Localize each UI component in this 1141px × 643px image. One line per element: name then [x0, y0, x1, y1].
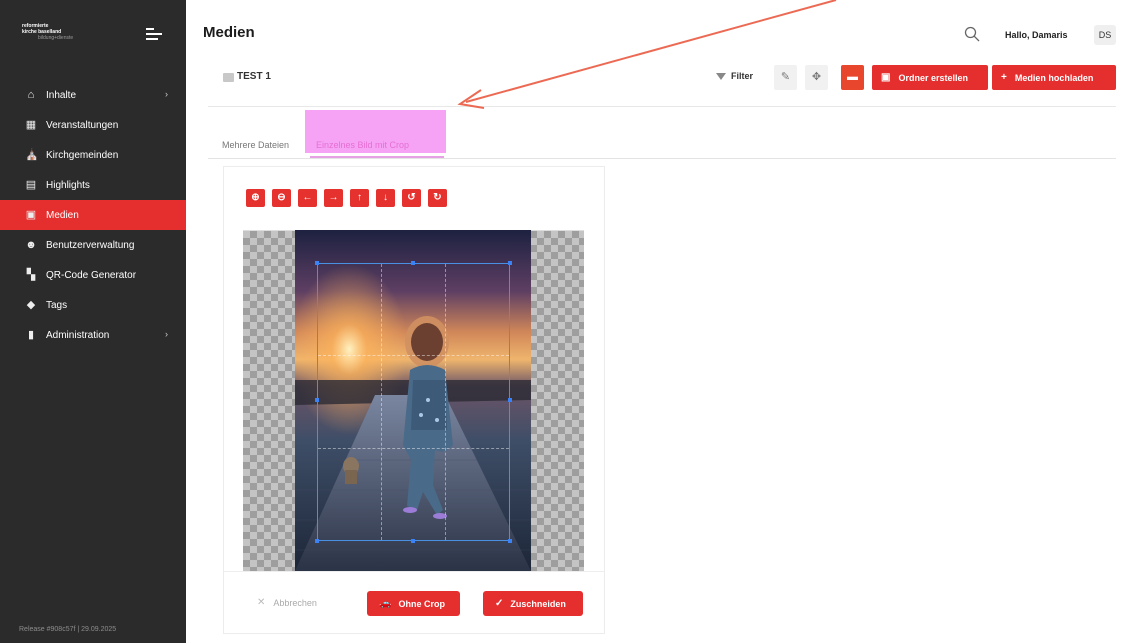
crop-grid-line — [318, 448, 509, 449]
crop-handle[interactable] — [315, 539, 319, 543]
arrow-up-icon[interactable]: ↑ — [350, 189, 369, 207]
plus-icon: + — [1001, 72, 1007, 83]
no-crop-label: Ohne Crop — [398, 598, 445, 609]
sidebar-item-label: Kirchgemeinden — [46, 149, 119, 161]
cancel-label: Abbrechen — [273, 597, 317, 608]
car-icon: 🚗 — [379, 598, 392, 609]
no-crop-button[interactable]: 🚗 Ohne Crop — [367, 591, 460, 616]
sidebar-item-label: QR-Code Generator — [46, 269, 137, 281]
delete-button[interactable]: ▬ — [841, 65, 864, 90]
calendar-icon: ▦ — [25, 119, 37, 131]
sidebar-item-label: Administration — [46, 329, 110, 341]
card-footer-divider — [224, 571, 604, 572]
sidebar-item-veranstaltungen[interactable]: ▦ Veranstaltungen — [0, 110, 186, 140]
sidebar-nav: ⌂ Inhalte › ▦ Veranstaltungen ⛪ Kirchgem… — [0, 80, 186, 350]
sidebar-item-label: Veranstaltungen — [46, 119, 119, 131]
church-icon: ⛪ — [25, 149, 39, 161]
folder-bar: TEST 1 Filter ✎ ✥ ▬ ▣ Ordner erstellen +… — [208, 62, 1116, 107]
users-icon: ☻ — [25, 239, 37, 251]
crop-selection[interactable] — [317, 263, 510, 541]
sidebar-item-label: Benutzerverwaltung — [46, 239, 135, 251]
sidebar: reformierte kirche baselland bildung+die… — [0, 0, 186, 643]
user-greeting: Hallo, Damaris — [1005, 30, 1068, 40]
create-folder-label: Ordner erstellen — [898, 72, 968, 83]
zoom-out-icon[interactable]: ⊖ — [272, 189, 291, 207]
move-icon: ✥ — [811, 71, 822, 83]
filter-button[interactable]: Filter — [716, 71, 753, 81]
crop-grid-line — [445, 264, 446, 540]
crop-handle[interactable] — [508, 539, 512, 543]
crop-handle[interactable] — [508, 398, 512, 402]
sidebar-item-administration[interactable]: ▮ Administration › — [0, 320, 186, 350]
chevron-right-icon: › — [165, 329, 168, 339]
tab-mehrere-dateien[interactable]: Mehrere Dateien — [222, 140, 289, 150]
folder-icon — [223, 73, 234, 82]
check-icon: ✓ — [495, 598, 504, 609]
cancel-button[interactable]: ✕ Abbrechen — [257, 597, 317, 608]
sidebar-item-label: Medien — [46, 209, 79, 221]
upload-label: Medien hochladen — [1014, 72, 1094, 83]
user-name: Damaris — [1032, 30, 1068, 40]
crop-grid-line — [318, 355, 509, 356]
crop-label: Zuschneiden — [510, 598, 566, 609]
sidebar-item-tags[interactable]: ◆ Tags — [0, 290, 186, 320]
release-info: Release #908c57f | 29.09.2025 — [19, 626, 117, 633]
chevron-right-icon: › — [165, 89, 168, 99]
sidebar-item-highlights[interactable]: ▤ Highlights — [0, 170, 186, 200]
clipboard-icon: ▮ — [27, 329, 35, 341]
tab-einzelnes-bild-mit-crop[interactable]: Einzelnes Bild mit Crop — [316, 140, 409, 150]
menu-collapse-icon[interactable] — [146, 27, 162, 41]
sidebar-item-label: Tags — [46, 299, 68, 311]
sidebar-item-medien[interactable]: ▣ Medien — [0, 200, 186, 230]
active-tab-indicator — [310, 156, 444, 158]
sidebar-item-benutzerverwaltung[interactable]: ☻ Benutzerverwaltung — [0, 230, 186, 260]
sidebar-item-label: Highlights — [46, 179, 90, 191]
crop-button[interactable]: ✓ Zuschneiden — [483, 591, 583, 616]
tab-divider — [208, 158, 1116, 159]
arrow-left-icon[interactable]: ← — [298, 189, 317, 207]
sidebar-item-label: Inhalte — [46, 89, 77, 101]
pencil-icon: ✎ — [780, 71, 791, 83]
page-title: Medien — [203, 24, 255, 41]
rotate-right-icon[interactable]: ↻ — [428, 189, 447, 207]
sidebar-item-kirchgemeinden[interactable]: ⛪ Kirchgemeinden — [0, 140, 186, 170]
logo-line-3: bildung+dienste — [38, 35, 74, 41]
logo[interactable]: reformierte kirche baselland bildung+die… — [22, 23, 112, 45]
crop-handle[interactable] — [315, 261, 319, 265]
tag-icon: ◆ — [26, 299, 36, 311]
sidebar-item-qr-code-generator[interactable]: ▚ QR-Code Generator — [0, 260, 186, 290]
rotate-left-icon[interactable]: ↺ — [402, 189, 421, 207]
qr-icon: ▚ — [26, 269, 36, 281]
crop-handle[interactable] — [315, 398, 319, 402]
topbar: Medien Hallo, Damaris DS — [186, 0, 1141, 62]
avatar[interactable]: DS — [1094, 25, 1116, 45]
crop-grid-line — [381, 264, 382, 540]
image-icon: ▣ — [25, 209, 37, 221]
move-button[interactable]: ✥ — [805, 65, 828, 90]
zoom-in-icon[interactable]: ⊕ — [246, 189, 265, 207]
close-icon: ✕ — [257, 597, 266, 608]
upload-media-button[interactable]: + Medien hochladen — [992, 65, 1116, 90]
home-icon: ⌂ — [27, 89, 35, 101]
arrow-right-icon[interactable]: → — [324, 189, 343, 207]
greeting-prefix: Hallo, — [1005, 30, 1030, 40]
sidebar-item-inhalte[interactable]: ⌂ Inhalte › — [0, 80, 186, 110]
search-icon[interactable] — [964, 26, 980, 42]
trash-icon: ▬ — [847, 71, 858, 83]
filter-icon — [716, 72, 726, 80]
create-folder-button[interactable]: ▣ Ordner erstellen — [872, 65, 988, 90]
crop-handle[interactable] — [411, 539, 415, 543]
folder-name: TEST 1 — [237, 71, 271, 82]
edit-button[interactable]: ✎ — [774, 65, 797, 90]
crop-handle[interactable] — [508, 261, 512, 265]
crop-handle[interactable] — [411, 261, 415, 265]
filter-label: Filter — [731, 71, 754, 81]
folder-plus-icon: ▣ — [881, 72, 891, 83]
newspaper-icon: ▤ — [25, 179, 37, 191]
arrow-down-icon[interactable]: ↓ — [376, 189, 395, 207]
